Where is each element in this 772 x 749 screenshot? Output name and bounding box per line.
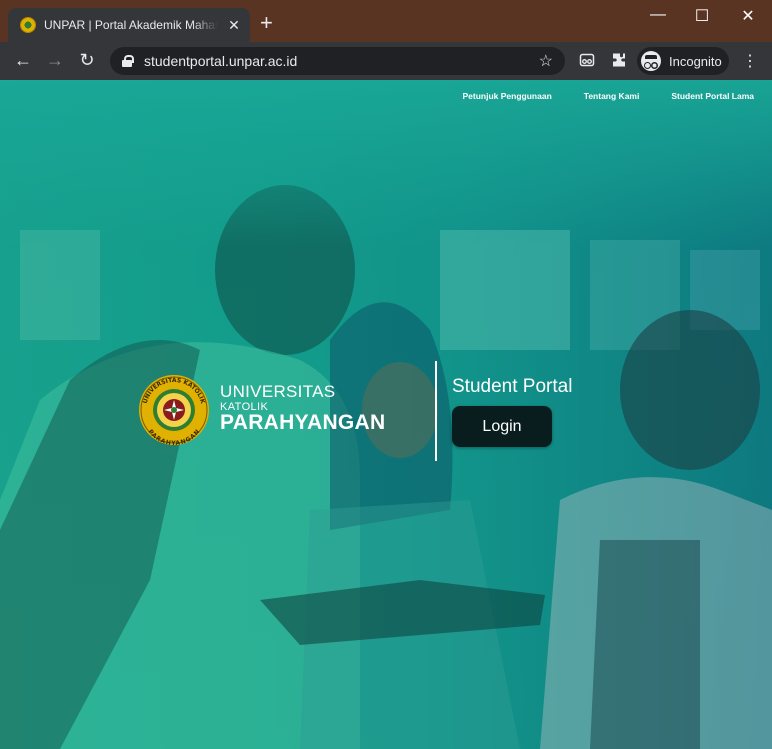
portal-title: Student Portal [452,376,573,397]
maximize-button[interactable]: ☐ [692,6,712,26]
logo-line-universitas: UNIVERSITAS [220,382,336,401]
close-window-button[interactable]: ✕ [738,6,758,26]
nav-link-petunjuk-penggunaan[interactable]: Petunjuk Penggunaan [463,91,552,101]
lock-icon[interactable] [122,55,134,67]
url-text[interactable]: studentportal.unpar.ac.id [144,53,539,69]
star-icon[interactable]: ☆ [539,51,553,71]
browser-tab[interactable]: UNPAR | Portal Akademik Mahasiswa ✕ [8,8,250,42]
forward-icon[interactable]: → [44,50,66,71]
tab-close-icon[interactable]: ✕ [226,17,242,34]
new-tab-button[interactable]: + [260,12,273,34]
incognito-label: Incognito [669,53,722,69]
reload-icon[interactable]: ↻ [76,50,98,71]
browser-toolbar: ← → ↻ studentportal.unpar.ac.id ☆ Incogn… [0,42,772,80]
reading-mode-icon[interactable] [577,52,597,72]
unpar-favicon-icon [20,17,36,33]
page-background: Petunjuk Penggunaan Tentang Kami Student… [0,80,772,749]
top-navigation: Petunjuk Penggunaan Tentang Kami Student… [463,91,755,101]
back-icon[interactable]: ← [12,50,34,71]
logo-line-parahyangan: PARAHYANGAN [220,411,386,434]
menu-icon[interactable]: ⋮ [742,51,758,71]
incognito-badge[interactable]: Incognito [637,47,729,75]
browser-titlebar: UNPAR | Portal Akademik Mahasiswa ✕ + — … [0,0,772,42]
minimize-button[interactable]: — [648,6,668,24]
incognito-icon [641,51,661,71]
login-button[interactable]: Login [452,406,552,447]
extensions-icon[interactable] [609,52,629,72]
university-seal-icon: UNIVERSITAS KATOLIK PARAHYANGAN [139,375,209,446]
nav-link-tentang-kami[interactable]: Tentang Kami [584,91,640,101]
nav-link-student-portal-lama[interactable]: Student Portal Lama [671,91,754,101]
vertical-divider [435,361,437,461]
university-logo: UNIVERSITAS KATOLIK PARAHYANGAN UNIVERSI… [136,374,396,446]
tab-title: UNPAR | Portal Akademik Mahasiswa [44,18,218,32]
address-bar[interactable]: studentportal.unpar.ac.id ☆ [110,47,565,75]
